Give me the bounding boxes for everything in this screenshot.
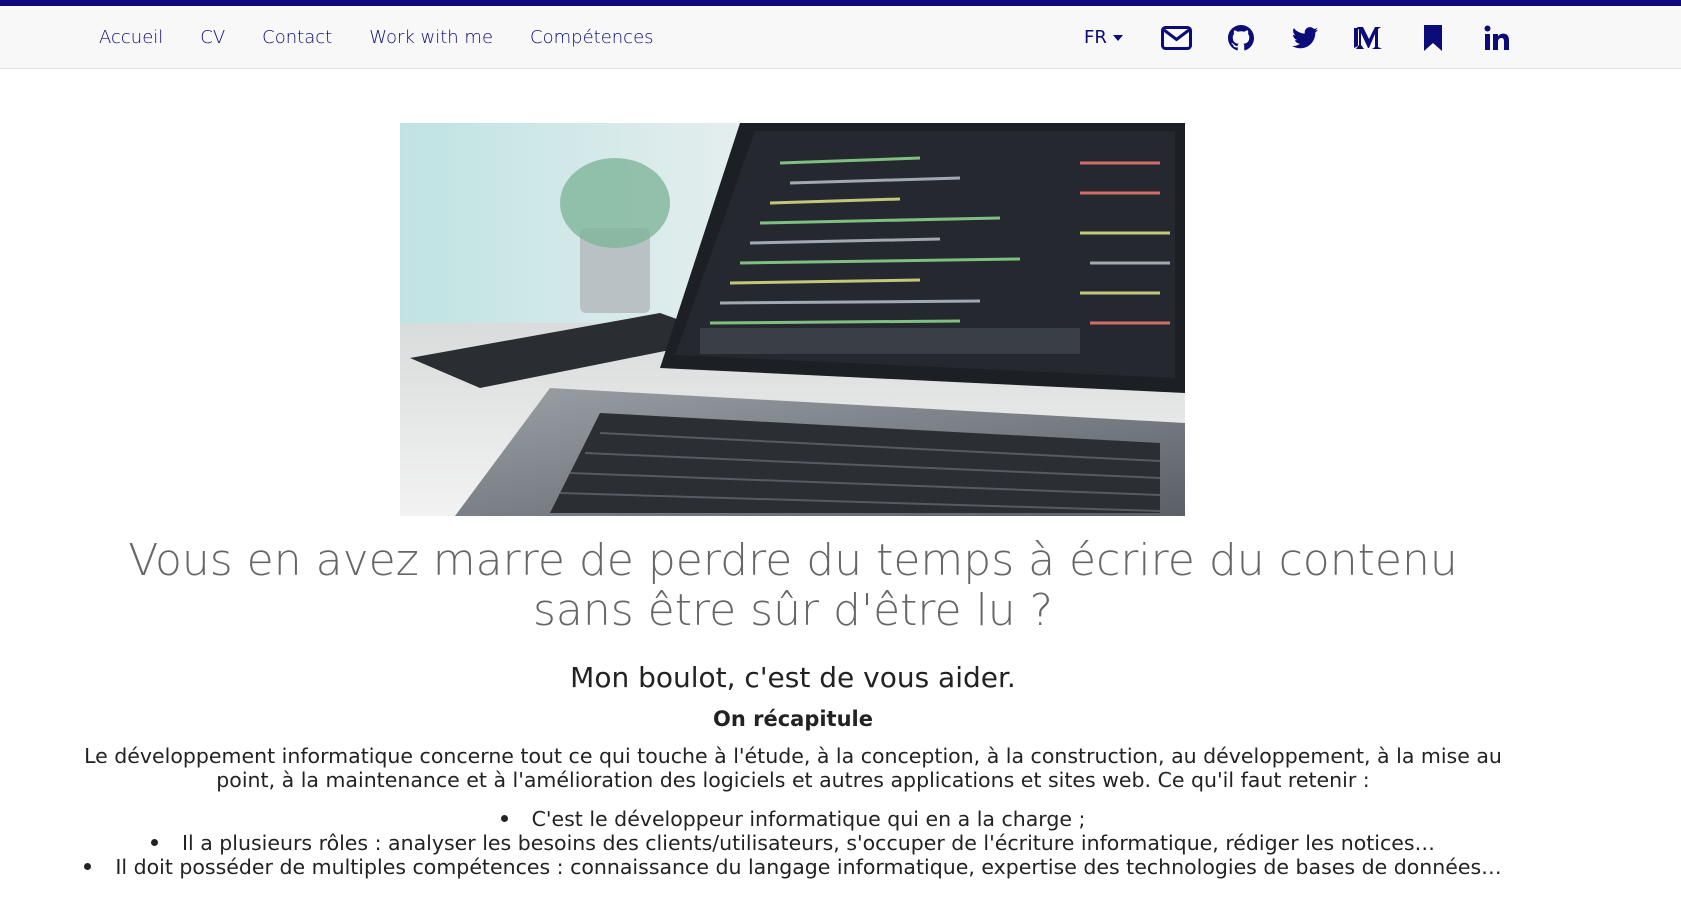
nav-link-competences[interactable]: Compétences	[530, 27, 654, 48]
bullet-icon	[150, 838, 158, 846]
list-item-text: C'est le développeur informatique qui en…	[531, 807, 1086, 831]
hero-laptop-image	[400, 123, 1185, 516]
navbar: Accueil CV Contact Work with me Compéten…	[0, 6, 1681, 69]
page-subtitle: Mon boulot, c'est de vous aider.	[570, 661, 1016, 694]
github-icon[interactable]	[1225, 22, 1257, 54]
bullet-list: C'est le développeur informatique qui en…	[75, 807, 1511, 879]
nav-link-accueil[interactable]: Accueil	[99, 27, 163, 48]
medium-icon[interactable]	[1353, 22, 1385, 54]
linkedin-icon[interactable]	[1481, 22, 1513, 54]
bookmark-icon[interactable]	[1417, 22, 1449, 54]
list-item: Il doit posséder de multiples compétence…	[75, 855, 1511, 879]
list-item-text: Il a plusieurs rôles : analyser les beso…	[181, 831, 1436, 855]
language-label: FR	[1084, 27, 1107, 48]
nav-link-contact[interactable]: Contact	[262, 27, 332, 48]
list-item: Il a plusieurs rôles : analyser les beso…	[75, 831, 1511, 855]
twitter-icon[interactable]	[1289, 22, 1321, 54]
page-title-text: Vous en avez marre de perdre du temps à …	[128, 535, 1458, 636]
list-item-text: Il doit posséder de multiples compétence…	[115, 855, 1502, 879]
nav-link-cv[interactable]: CV	[200, 27, 225, 48]
bullet-icon	[84, 862, 92, 870]
bullet-icon	[500, 814, 508, 822]
section-heading: On récapitule	[713, 707, 873, 731]
language-dropdown[interactable]: FR	[1084, 27, 1123, 48]
page-title: Vous en avez marre de perdre du temps à …	[0, 536, 1586, 636]
nav-link-work-with-me[interactable]: Work with me	[369, 27, 493, 48]
list-item: C'est le développeur informatique qui en…	[75, 807, 1511, 831]
nav-right: FR	[1084, 6, 1513, 69]
intro-paragraph: Le développement informatique concerne t…	[84, 744, 1502, 792]
chevron-down-icon	[1112, 34, 1123, 41]
nav-links: Accueil CV Contact Work with me Compéten…	[99, 6, 691, 69]
mail-icon[interactable]	[1161, 22, 1193, 54]
